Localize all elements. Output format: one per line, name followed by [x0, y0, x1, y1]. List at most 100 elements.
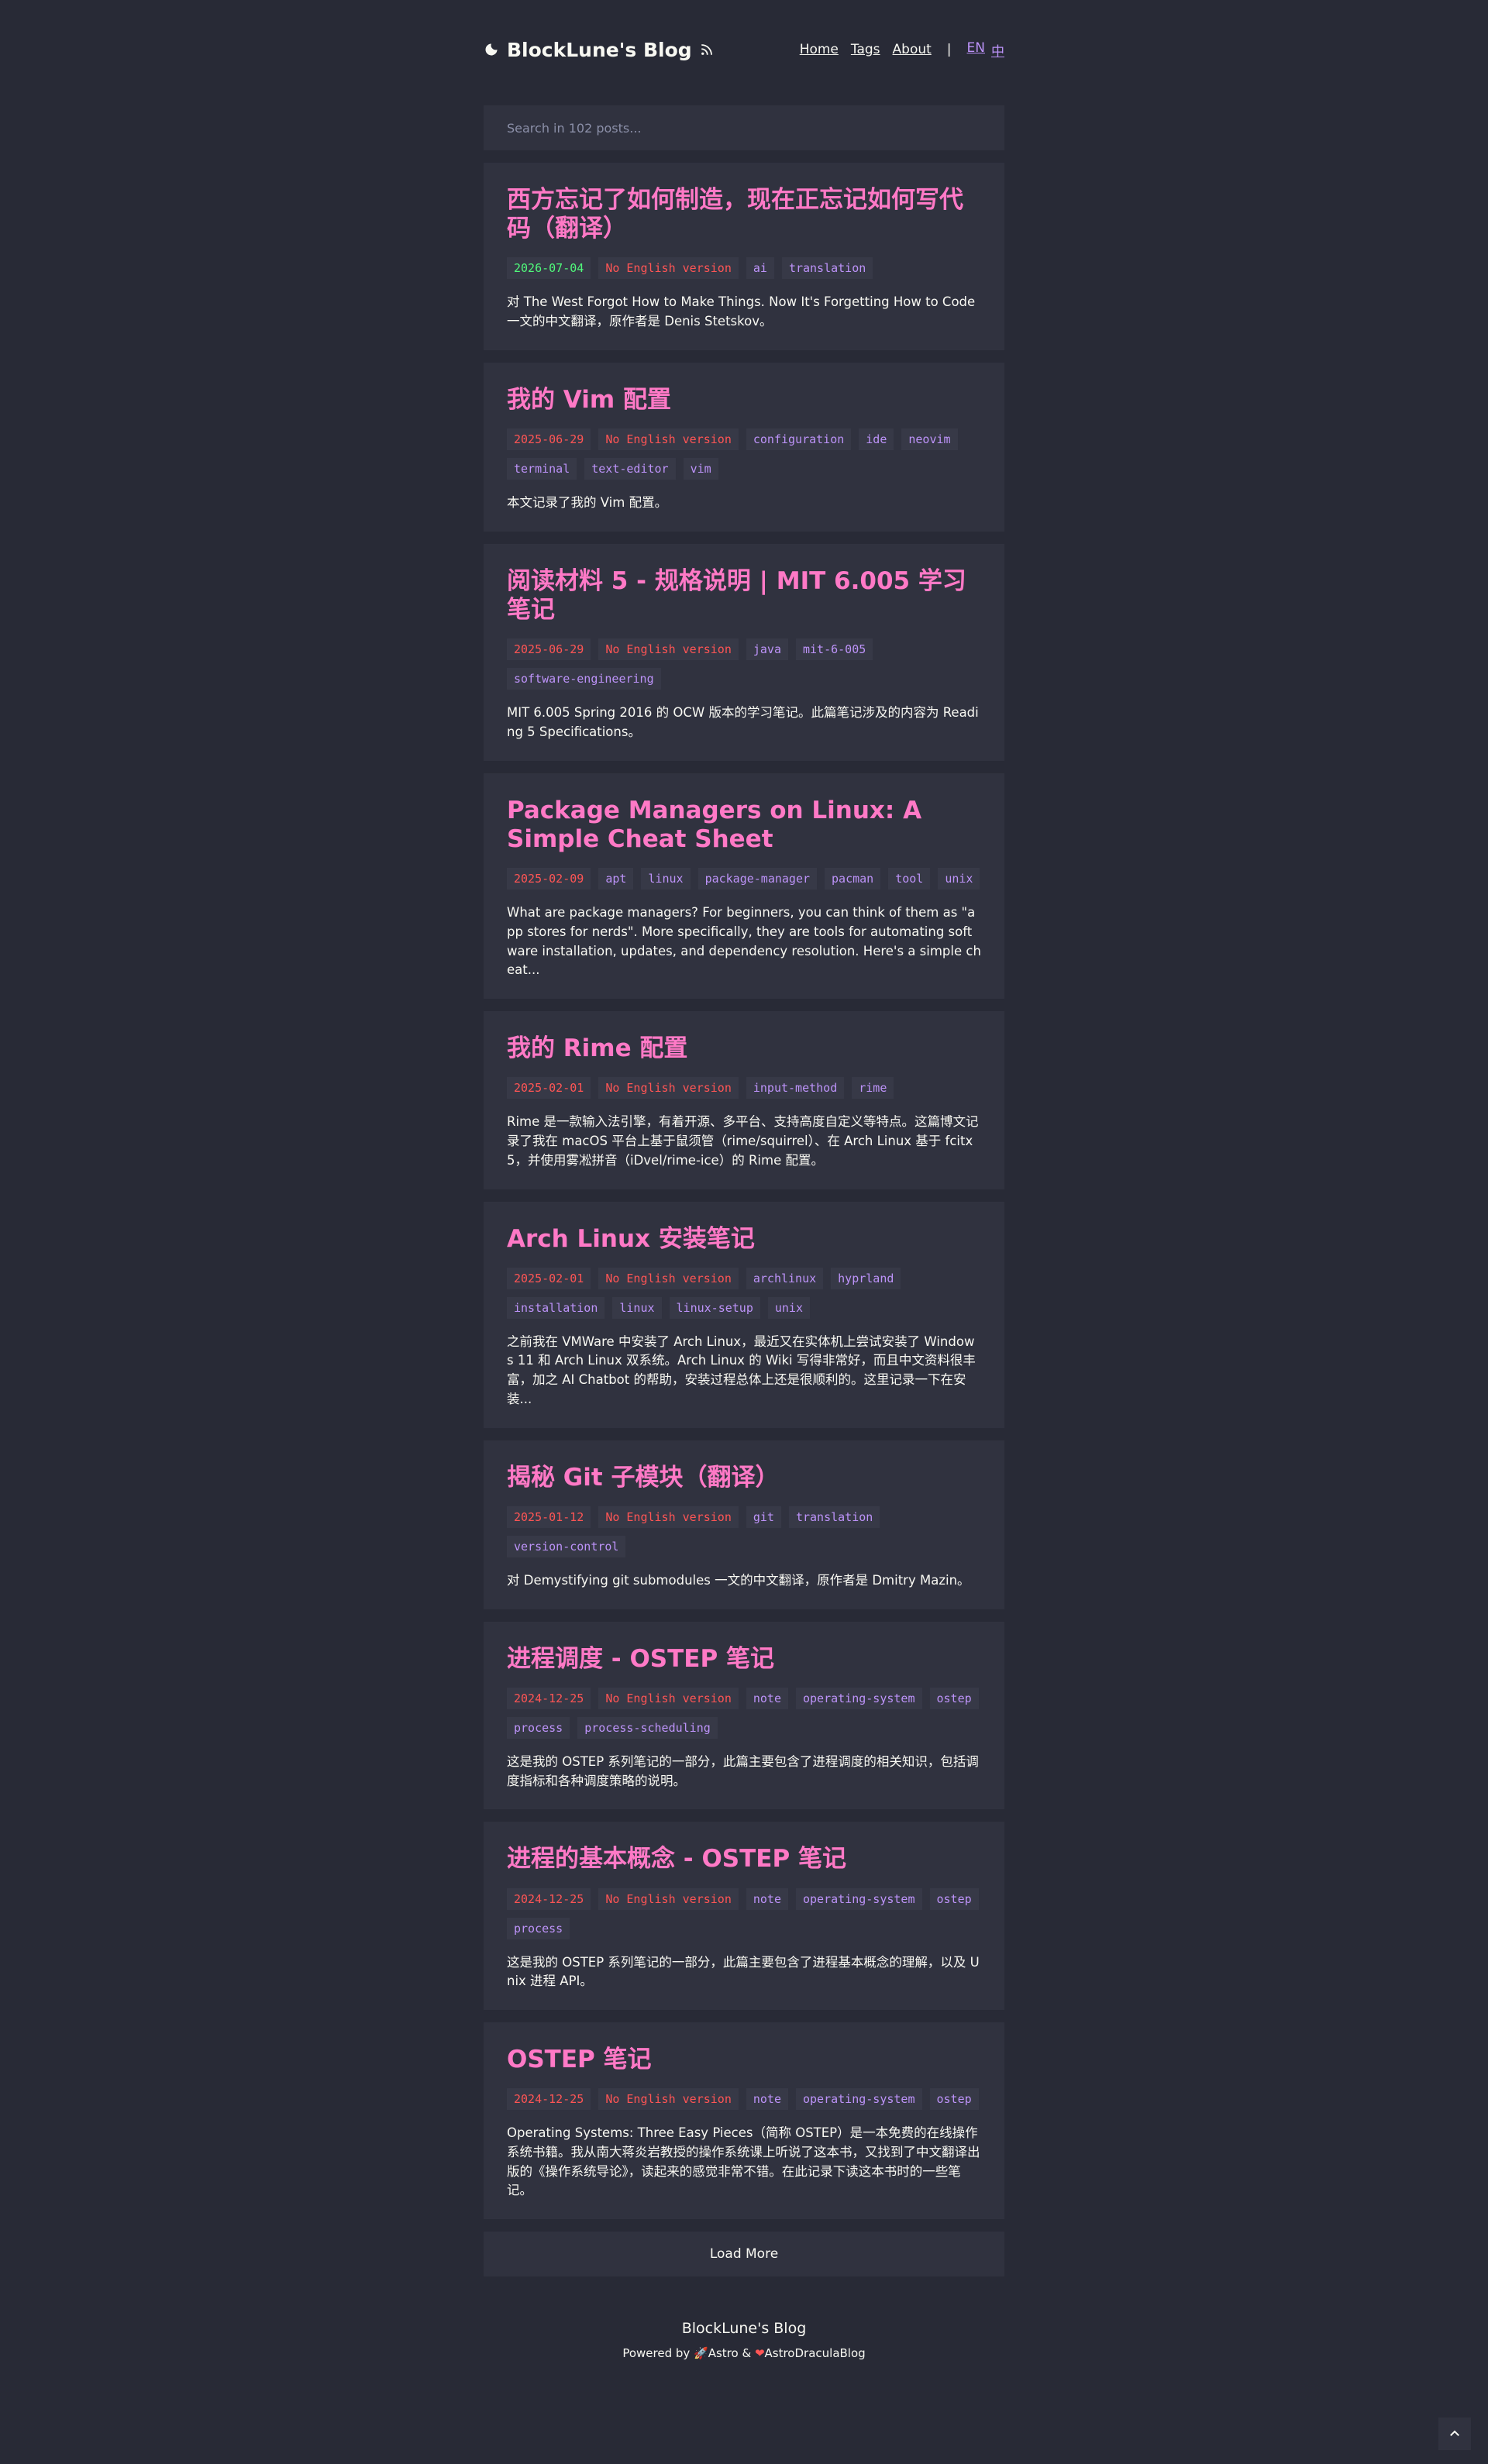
post-tag[interactable]: hyprland — [831, 1267, 901, 1289]
post-tags: 2025-02-01 No English version input-method… — [507, 1077, 981, 1100]
post-tag[interactable]: vim — [683, 458, 718, 480]
no-english-badge: No English version — [598, 2088, 739, 2111]
post-card: Package Managers on Linux: A Simple Chea… — [484, 773, 1004, 1000]
load-more-button[interactable]: Load More — [484, 2232, 1004, 2277]
post-title[interactable]: Arch Linux 安装笔记 — [507, 1225, 981, 1254]
lang-zh-link[interactable]: 中 — [991, 40, 1004, 60]
post-tag[interactable]: linux — [612, 1296, 662, 1319]
powered-by: Powered by 🚀Astro & ❤AstroDraculaBlog — [484, 2346, 1004, 2360]
post-card: 西方忘记了如何制造，现在正忘记如何写代码（翻译） 2026-07-04 No Eng… — [484, 163, 1004, 350]
site-title[interactable]: BlockLune's Blog — [507, 39, 692, 61]
post-excerpt: 之前我在 VMWare 中安装了 Arch Linux，最近又在实体机上尝试安装… — [507, 1334, 976, 1406]
theme-link[interactable]: AstroDraculaBlog — [765, 2346, 866, 2360]
nav-home-link[interactable]: Home — [800, 42, 839, 57]
post-tag[interactable]: input-method — [746, 1077, 845, 1100]
post-excerpt: 这是我的 OSTEP 系列笔记的一部分，此篇主要包含了进程基本概念的理解，以及 … — [507, 1954, 980, 1989]
post-card: 我的 Vim 配置 2025-06-29 No English version con… — [484, 362, 1004, 532]
post-tag[interactable]: note — [746, 1888, 788, 1910]
post-excerpt: Rime 是一款输入法引擎，有着开源、多平台、支持高度自定义等特点。这篇博文记录… — [507, 1114, 979, 1168]
post-title[interactable]: Package Managers on Linux: A Simple Chea… — [507, 797, 981, 854]
no-english-badge: No English version — [598, 1267, 739, 1289]
post-tag[interactable]: ide — [859, 428, 894, 451]
post-title[interactable]: 进程调度 - OSTEP 笔记 — [507, 1645, 981, 1674]
post-date: 2025-02-09 — [507, 868, 591, 890]
post-tag[interactable]: mit-6-005 — [796, 638, 873, 661]
post-title[interactable]: 我的 Vim 配置 — [507, 386, 981, 415]
post-date: 2025-06-29 — [507, 428, 591, 451]
post-excerpt: Operating Systems: Three Easy Pieces（简称 … — [507, 2125, 980, 2198]
post-tag[interactable]: tool — [888, 868, 931, 890]
post-tag[interactable]: terminal — [507, 458, 577, 480]
heart-icon: ❤ — [754, 2346, 765, 2361]
post-title[interactable]: 西方忘记了如何制造，现在正忘记如何写代码（翻译） — [507, 186, 981, 243]
search-box — [484, 105, 1004, 150]
post-tag[interactable]: configuration — [746, 428, 852, 451]
post-card: 我的 Rime 配置 2025-02-01 No English version in… — [484, 1011, 1004, 1189]
post-date: 2025-02-01 — [507, 1267, 591, 1289]
post-tag[interactable]: package-manager — [698, 868, 818, 890]
rocket-icon: 🚀 — [694, 2346, 708, 2361]
post-tag[interactable]: note — [746, 1687, 788, 1709]
post-tags: 2024-12-25 No English version note operatin… — [507, 2088, 981, 2111]
back-to-top-button[interactable] — [1438, 2418, 1471, 2450]
post-tags: 2025-06-29 No English version configuratio… — [507, 428, 981, 480]
post-tag[interactable]: linux-setup — [669, 1296, 760, 1319]
language-switcher: EN 中 — [967, 40, 1004, 60]
post-tag[interactable]: operating-system — [796, 1888, 922, 1910]
nav-tags-link[interactable]: Tags — [851, 42, 880, 57]
post-title[interactable]: OSTEP 笔记 — [507, 2046, 981, 2074]
post-tag[interactable]: process-scheduling — [577, 1716, 718, 1739]
post-tag[interactable]: git — [746, 1506, 781, 1528]
post-card: 揭秘 Git 子模块（翻译） 2025-01-12 No English versi… — [484, 1440, 1004, 1609]
post-tag[interactable]: ostep — [929, 2088, 979, 2111]
post-tag[interactable]: note — [746, 2088, 788, 2111]
astro-link[interactable]: Astro — [708, 2346, 739, 2360]
post-tag[interactable]: process — [507, 1716, 570, 1739]
nav-about-link[interactable]: About — [893, 42, 932, 57]
post-tags: 2025-06-29 No English version java mit-6-00… — [507, 638, 981, 690]
post-tag[interactable]: operating-system — [796, 2088, 922, 2111]
lang-en-link[interactable]: EN — [967, 40, 985, 60]
post-tag[interactable]: translation — [781, 257, 873, 280]
post-excerpt: MIT 6.005 Spring 2016 的 OCW 版本的学习笔记。此篇笔记… — [507, 705, 979, 739]
post-date: 2025-06-29 — [507, 638, 591, 661]
post-excerpt: 对 The West Forgot How to Make Things. No… — [507, 294, 976, 329]
post-tag[interactable]: software-engineering — [507, 668, 661, 690]
post-date: 2025-02-01 — [507, 1077, 591, 1100]
post-card: 阅读材料 5 - 规格说明 | MIT 6.005 学习笔记 2025-06-29… — [484, 543, 1004, 761]
post-tag[interactable]: ostep — [929, 1687, 979, 1709]
site-footer: BlockLune's Blog Powered by 🚀Astro & ❤As… — [484, 2320, 1004, 2360]
post-title[interactable]: 我的 Rime 配置 — [507, 1034, 981, 1063]
post-tag[interactable]: installation — [507, 1296, 605, 1319]
rss-icon[interactable] — [700, 43, 714, 57]
post-tag[interactable]: linux — [641, 868, 691, 890]
post-tag[interactable]: apt — [598, 868, 634, 890]
post-tag[interactable]: neovim — [901, 428, 958, 451]
post-tag[interactable]: java — [746, 638, 788, 661]
no-english-badge: No English version — [598, 257, 739, 280]
post-tag[interactable]: translation — [788, 1506, 880, 1528]
post-tag[interactable]: pacman — [825, 868, 881, 890]
post-tag[interactable]: archlinux — [746, 1267, 824, 1289]
no-english-badge: No English version — [598, 1506, 739, 1528]
post-title[interactable]: 阅读材料 5 - 规格说明 | MIT 6.005 学习笔记 — [507, 567, 981, 625]
post-tag[interactable]: text-editor — [584, 458, 676, 480]
post-tag[interactable]: ai — [746, 257, 774, 280]
post-title[interactable]: 揭秘 Git 子模块（翻译） — [507, 1464, 981, 1492]
post-card: 进程调度 - OSTEP 笔记 2024-12-25 No English vers… — [484, 1621, 1004, 1810]
post-tag[interactable]: unix — [938, 868, 980, 890]
moon-icon[interactable] — [484, 42, 499, 57]
post-tag[interactable]: process — [507, 1917, 570, 1939]
search-input[interactable] — [507, 120, 981, 136]
post-tag[interactable]: operating-system — [796, 1687, 922, 1709]
post-title[interactable]: 进程的基本概念 - OSTEP 笔记 — [507, 1845, 981, 1874]
no-english-badge: No English version — [598, 1687, 739, 1709]
post-list: 西方忘记了如何制造，现在正忘记如何写代码（翻译） 2026-07-04 No Eng… — [484, 163, 1004, 2220]
post-tag[interactable]: ostep — [929, 1888, 979, 1910]
post-tag[interactable]: version-control — [507, 1535, 626, 1557]
post-tag[interactable]: unix — [767, 1296, 810, 1319]
no-english-badge: No English version — [598, 1077, 739, 1100]
main-nav: Home Tags About | EN 中 — [800, 40, 1004, 60]
post-date: 2026-07-04 — [507, 257, 591, 280]
post-tag[interactable]: rime — [852, 1077, 894, 1100]
